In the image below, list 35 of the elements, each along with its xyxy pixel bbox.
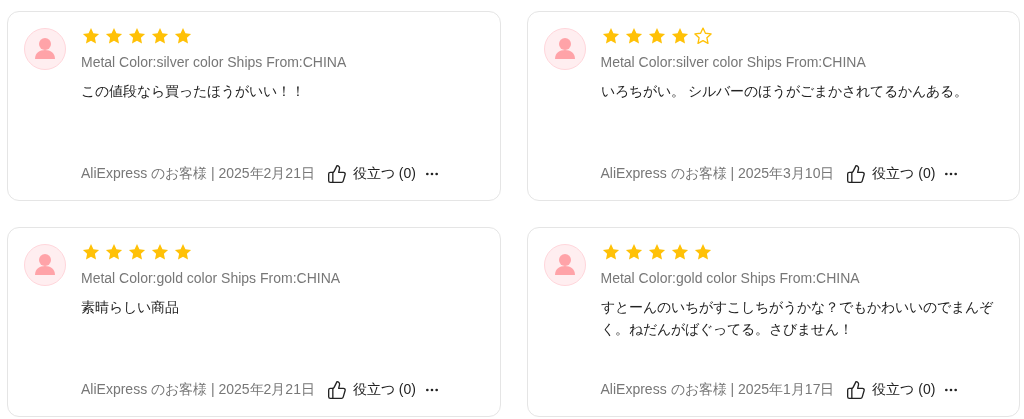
review-text: いろちがい。 シルバーのほうがごまかされてるかんある。 [600,82,970,101]
review-meta: AliExpress のお客様 | 2025年2月21日 [81,380,315,399]
star-icon [127,26,147,46]
star-icon [104,242,124,262]
star-icon [173,26,193,46]
star-icon [150,26,170,46]
product-spec: Metal Color:gold color Ships From:CHINA [81,269,342,288]
star-icon [81,26,101,46]
star-icon [81,242,101,262]
product-spec: Metal Color:gold color Ships From:CHINA [600,269,861,288]
review-text: この値段なら買ったほうがいい！！ [81,82,306,101]
avatar-icon [543,244,586,286]
review-meta: AliExpress のお客様 | 2025年2月21日 [81,164,315,183]
helpful-button[interactable]: 役立つ (0) [846,379,936,400]
star-icon [127,242,147,262]
star-icon [150,242,170,262]
thumbs-up-icon [846,379,867,400]
helpful-button[interactable]: 役立つ (0) [326,379,416,400]
star-icon [173,242,193,262]
avatar-icon [543,28,586,70]
empty-star-icon [692,26,713,46]
review-meta: AliExpress のお客様 | 2025年3月10日 [600,164,835,183]
avatar-icon [24,28,66,70]
thumbs-up-icon [846,163,867,184]
thumbs-up-icon [326,163,347,184]
star-icon [104,26,124,46]
product-spec: Metal Color:silver color Ships From:CHINA [600,53,867,72]
product-spec: Metal Color:silver color Ships From:CHINA [81,53,348,72]
avatar-icon [24,244,66,286]
helpful-button[interactable]: 役立つ (0) [846,163,936,184]
review-meta: AliExpress のお客様 | 2025年1月17日 [600,380,835,399]
helpful-button[interactable]: 役立つ (0) [326,163,416,184]
thumbs-up-icon [326,379,347,400]
review-text: 素晴らしい商品 [81,298,180,317]
review-text: すとーんのいちがすこしちがうかな？でもかわいいのでまんぞく。ねだんがばぐってる。さびません！ [600,298,994,339]
